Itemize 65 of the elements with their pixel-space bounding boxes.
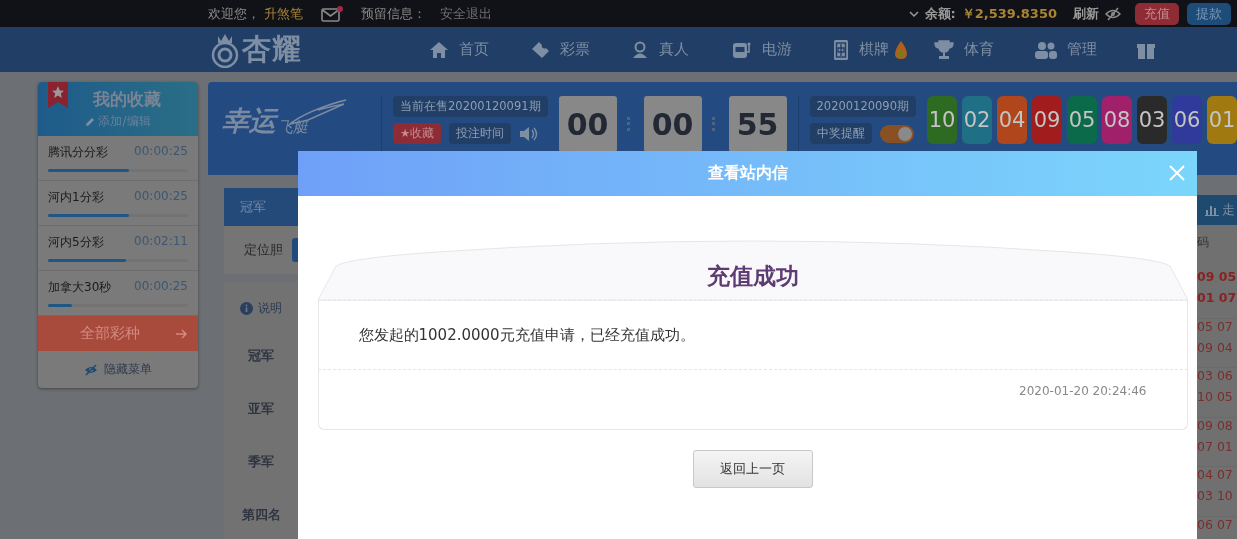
draw-numbers: 09 04 xyxy=(1197,339,1234,355)
bet-time-badge: 投注时间 xyxy=(449,123,512,144)
trend-tab[interactable]: 走 xyxy=(1222,201,1235,219)
play-sub-tab[interactable]: 定位胆 xyxy=(244,241,283,259)
draw-numbers: 03 10 xyxy=(1197,488,1234,503)
position-label: 冠军 xyxy=(248,346,274,365)
draw-numbers: 01 07 xyxy=(1197,290,1237,305)
draw-numbers: 05 07 xyxy=(1197,318,1234,334)
nav-link[interactable]: 棋牌 xyxy=(859,40,889,59)
nav-link[interactable]: 体育 xyxy=(964,40,994,59)
play-tab[interactable]: 冠军 xyxy=(240,198,266,216)
draw-numbers: 07 01 xyxy=(1197,438,1234,454)
balance-amount: ￥2,539.8350 xyxy=(961,4,1057,23)
lottery-name: 河内5分彩 xyxy=(48,234,104,251)
win-reminder-label: 中奖提醒 xyxy=(809,123,872,144)
countdown-digit: 00 xyxy=(558,96,617,152)
lottery-name: 河内1分彩 xyxy=(48,189,104,206)
hide-menu-link[interactable]: 隐藏菜单 xyxy=(38,351,198,388)
withdraw-button[interactable]: 提款 xyxy=(1187,2,1231,25)
nav-link[interactable]: 电游 xyxy=(762,40,792,59)
countdown-digit: 00 xyxy=(643,96,702,152)
favorite-lottery-item[interactable]: 河内1分彩 00:00:25 xyxy=(38,181,198,226)
favorite-lottery-item[interactable]: 腾讯分分彩 00:00:25 xyxy=(38,136,198,181)
lottery-name: 加拿大30秒 xyxy=(48,279,112,296)
draw-numbers: 10 05 xyxy=(1197,389,1234,404)
position-label: 季军 xyxy=(248,452,274,471)
username[interactable]: 升煞笔 xyxy=(264,4,303,23)
reserved-info-label: 预留信息： xyxy=(361,4,426,23)
nav-link[interactable]: 真人 xyxy=(659,40,689,59)
welcome-text: 欢迎您， xyxy=(208,4,260,23)
brand-logo-text[interactable]: 杏耀 xyxy=(242,29,302,70)
column-header: 码 xyxy=(1197,234,1210,251)
countdown-time: 00:00:25 xyxy=(134,279,188,295)
draw-numbers: 06 07 xyxy=(1197,516,1234,532)
current-issue-badge: 当前在售20200120091期 xyxy=(393,96,548,117)
deposit-button[interactable]: 充值 xyxy=(1135,2,1179,25)
last-issue-badge: 20200120090期 xyxy=(809,96,916,117)
countdown-time: 00:00:25 xyxy=(134,144,188,160)
countdown-time: 00:00:25 xyxy=(134,189,188,205)
info-label[interactable]: 说明 xyxy=(258,300,282,317)
refresh-link[interactable]: 刷新 xyxy=(1073,4,1099,23)
draw-numbers: 04 07 xyxy=(1197,467,1234,482)
lottery-name: 腾讯分分彩 xyxy=(48,144,108,161)
draw-numbers: 09 08 xyxy=(1197,417,1234,433)
message-text: 您发起的1002.0000元充值申请，已经充值成功。 xyxy=(358,325,695,345)
back-button[interactable]: 返回上一页 xyxy=(692,450,813,488)
all-lotteries-button[interactable]: 全部彩种 xyxy=(38,316,198,351)
message-date: 2020-01-20 20:24:46 xyxy=(1019,384,1147,398)
dialog-title: 查看站内信 xyxy=(707,163,788,184)
nav-link[interactable]: 管理 xyxy=(1067,40,1097,59)
favorite-button[interactable]: ★收藏 xyxy=(393,123,442,144)
draw-numbers: 03 06 xyxy=(1197,368,1234,383)
game-logo-subtext: 飞艇 xyxy=(278,118,308,138)
countdown-time: 00:02:11 xyxy=(134,234,188,250)
favorite-lottery-item[interactable]: 河内5分彩 00:02:11 xyxy=(38,226,198,271)
nav-link[interactable]: 彩票 xyxy=(560,40,590,59)
draw-numbers: 09 05 xyxy=(1197,269,1237,284)
nav-link[interactable]: 首页 xyxy=(459,40,489,59)
logout-link[interactable]: 安全退出 xyxy=(440,4,492,23)
countdown-digit: 55 xyxy=(728,96,787,152)
balance-label: 余额: xyxy=(924,4,956,23)
position-label: 第四名 xyxy=(241,505,281,524)
favorites-title: 我的收藏 xyxy=(93,88,161,111)
message-heading: 充值成功 xyxy=(705,262,800,291)
position-label: 亚军 xyxy=(248,399,274,418)
